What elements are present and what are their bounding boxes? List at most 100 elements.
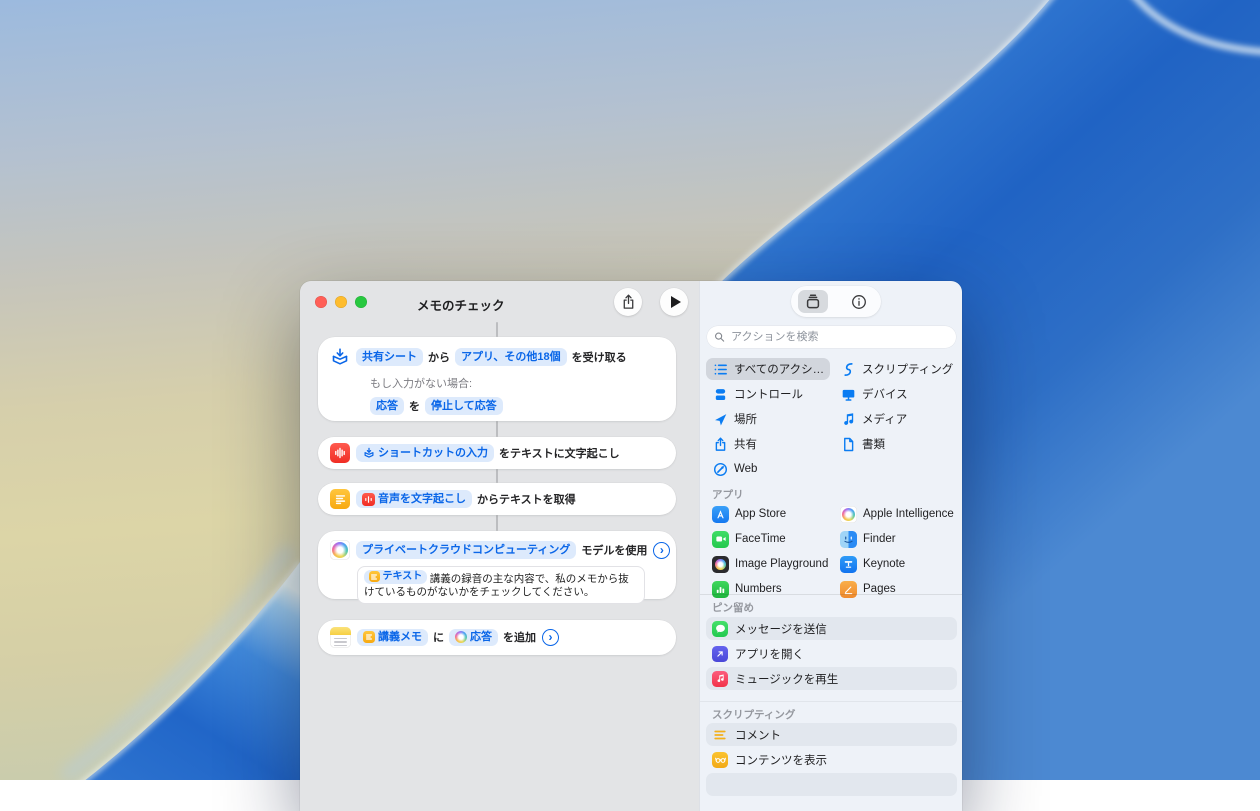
- all-actions-icon: [712, 361, 728, 377]
- pinned-action-send-message[interactable]: メッセージを送信: [706, 617, 957, 640]
- sentence-text: から: [428, 349, 450, 365]
- text-lines-icon: [330, 489, 350, 509]
- param-response[interactable]: 応答: [449, 629, 498, 647]
- category-label: 場所: [734, 411, 757, 427]
- category-label: デバイス: [862, 386, 908, 402]
- param-note[interactable]: 講義メモ: [357, 629, 428, 647]
- param-stop-and-respond[interactable]: 停止して応答: [425, 397, 503, 415]
- scripting-action-comment[interactable]: コメント: [706, 723, 957, 746]
- app-label: Apple Intelligence: [863, 508, 954, 520]
- app-finder[interactable]: Finder: [840, 528, 896, 550]
- category-all-actions[interactable]: すべてのアクシ…: [712, 358, 824, 380]
- share-sheet-receive-icon: [330, 347, 350, 367]
- flow-connector: [496, 469, 498, 483]
- section-divider: [700, 594, 962, 595]
- music-icon: [712, 671, 728, 687]
- notes-app-icon: [330, 627, 351, 648]
- category-sharing[interactable]: 共有: [712, 433, 757, 455]
- apple-intelligence-icon: [330, 540, 350, 560]
- action-card-append-note[interactable]: 講義メモ に 応答 を追加 ›: [318, 620, 676, 655]
- pinned-action-play-music[interactable]: ミュージックを再生: [706, 667, 957, 690]
- category-devices[interactable]: デバイス: [840, 383, 908, 405]
- finder-icon: [840, 531, 857, 548]
- param-text-variable[interactable]: テキスト: [364, 570, 427, 584]
- search-icon: [714, 331, 725, 343]
- sentence-text: からテキストを取得: [477, 491, 576, 507]
- app-facetime[interactable]: FaceTime: [712, 528, 786, 550]
- messages-icon: [712, 621, 728, 637]
- flow-connector: [496, 322, 498, 337]
- action-card-receive-input[interactable]: 共有シート から アプリ、その他18個 を受け取る もし入力がない場合: 応答 …: [318, 337, 676, 421]
- play-icon: [671, 296, 681, 308]
- editor-canvas: メモのチェック: [300, 281, 699, 811]
- sentence-text: をテキストに文字起こし: [499, 445, 620, 461]
- pinned-action-open-app[interactable]: アプリを開く: [706, 642, 957, 665]
- category-web[interactable]: Web: [712, 458, 757, 480]
- text-mini-icon: [369, 571, 380, 582]
- category-scripting[interactable]: スクリプティング: [840, 358, 953, 380]
- action-card-transcribe[interactable]: ショートカットの入力 をテキストに文字起こし: [318, 437, 676, 469]
- device-icon: [840, 386, 856, 402]
- app-label: Image Playground: [735, 558, 828, 570]
- sentence-text: を受け取る: [572, 349, 627, 365]
- app-label: App Store: [735, 508, 786, 520]
- voice-waveform-icon: [330, 443, 350, 463]
- share-sheet-mini-icon: [362, 447, 375, 460]
- scripting-action-show-content[interactable]: コンテンツを表示: [706, 748, 957, 771]
- category-control[interactable]: コントロール: [712, 383, 803, 405]
- expand-chevron-icon[interactable]: ›: [542, 629, 559, 646]
- param-share-sheet[interactable]: 共有シート: [356, 348, 423, 366]
- category-label: メディア: [862, 411, 907, 427]
- param-shortcut-input[interactable]: ショートカットの入力: [356, 444, 494, 462]
- note-mini-icon: [363, 631, 375, 643]
- action-card-use-model[interactable]: プライベートクラウドコンピューティング モデルを使用 › テキスト講義の録音の主…: [318, 531, 676, 599]
- param-transcribed-audio[interactable]: 音声を文字起こし: [356, 490, 472, 508]
- category-label: 共有: [734, 436, 757, 452]
- run-button[interactable]: [660, 288, 688, 316]
- document-icon: [840, 436, 856, 452]
- keynote-icon: [840, 556, 857, 573]
- action-search-field[interactable]: [707, 326, 956, 348]
- action-card-get-text[interactable]: 音声を文字起こし からテキストを取得: [318, 483, 676, 515]
- open-app-icon: [712, 646, 728, 662]
- search-input[interactable]: [729, 330, 949, 344]
- library-icon: [805, 294, 821, 310]
- tab-action-library[interactable]: [798, 290, 828, 313]
- scripting-action-partial-row[interactable]: [706, 773, 957, 796]
- info-icon: [851, 294, 867, 310]
- app-app-store[interactable]: App Store: [712, 503, 786, 525]
- category-label: スクリプティング: [862, 361, 953, 377]
- param-ask[interactable]: 応答: [370, 397, 404, 415]
- flow-connector: [496, 515, 498, 531]
- section-header-pinned: ピン留め: [712, 600, 754, 615]
- app-label: Keynote: [863, 558, 905, 570]
- share-icon: [712, 436, 728, 452]
- share-button[interactable]: [614, 288, 642, 316]
- minimize-button[interactable]: [335, 296, 347, 308]
- category-location[interactable]: 場所: [712, 408, 757, 430]
- sentence-text: に: [433, 629, 444, 645]
- sentence-text: を追加: [503, 629, 536, 645]
- image-playground-icon: [712, 556, 729, 573]
- media-icon: [840, 411, 856, 427]
- zoom-button[interactable]: [355, 296, 367, 308]
- ai-mini-icon: [455, 631, 467, 643]
- category-label: すべてのアクシ…: [734, 361, 824, 377]
- app-pages[interactable]: Pages: [840, 578, 896, 600]
- param-input-types[interactable]: アプリ、その他18個: [455, 348, 567, 366]
- app-numbers[interactable]: Numbers: [712, 578, 782, 600]
- pinned-label: メッセージを送信: [735, 621, 827, 637]
- app-image-playground[interactable]: Image Playground: [712, 553, 828, 575]
- flow-connector: [496, 421, 498, 437]
- category-documents[interactable]: 書類: [840, 433, 885, 455]
- scripting-icon: [840, 361, 856, 377]
- app-keynote[interactable]: Keynote: [840, 553, 905, 575]
- close-button[interactable]: [315, 296, 327, 308]
- param-model[interactable]: プライベートクラウドコンピューティング: [356, 541, 576, 559]
- tab-shortcut-details[interactable]: [844, 290, 874, 313]
- app-apple-intelligence[interactable]: Apple Intelligence: [840, 503, 954, 525]
- model-prompt-field[interactable]: テキスト講義の録音の主な内容で、私のメモから抜けているものがないかをチェックして…: [357, 566, 645, 604]
- category-label: 書類: [862, 436, 885, 452]
- expand-chevron-icon[interactable]: ›: [653, 542, 670, 559]
- category-media[interactable]: メディア: [840, 408, 907, 430]
